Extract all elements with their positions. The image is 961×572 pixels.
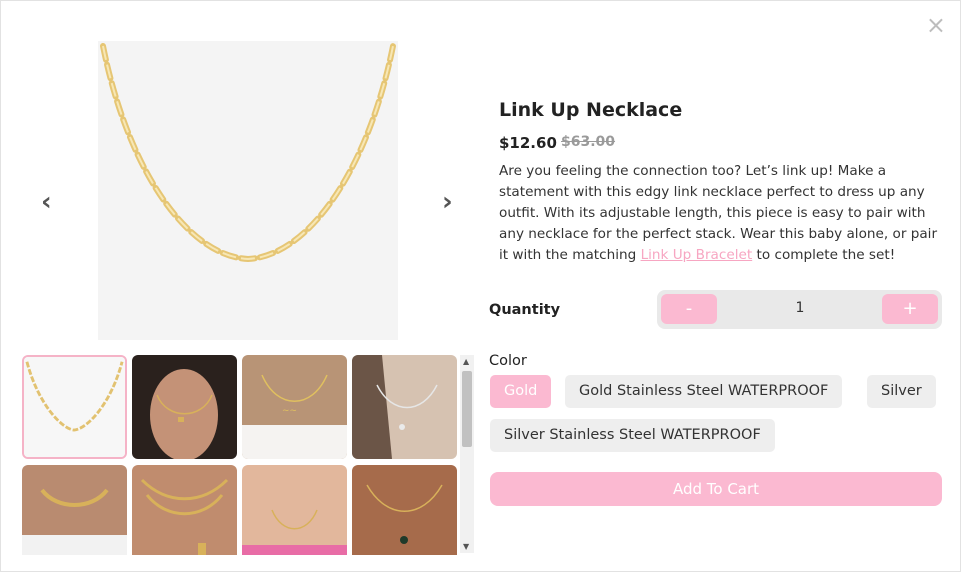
product-quickview-modal: × ‹ › ~~ ▲ ▼ Link Up Necklace $12.60 $63…	[0, 0, 961, 572]
thumbnail-7[interactable]	[242, 465, 347, 555]
scrollbar-thumb[interactable]	[462, 371, 472, 447]
thumbnail-3[interactable]: ~~	[242, 355, 347, 459]
scroll-up-icon[interactable]: ▲	[463, 357, 469, 366]
product-description: Are you feeling the connection too? Let’…	[499, 161, 939, 266]
thumbnail-gallery: ~~	[22, 355, 462, 555]
description-text-end: to complete the set!	[752, 247, 896, 263]
product-title: Link Up Necklace	[499, 99, 683, 121]
color-option-silver-stainless[interactable]: Silver Stainless Steel WATERPROOF	[490, 419, 775, 452]
thumbnail-6[interactable]	[132, 465, 237, 555]
thumbnail-scrollbar[interactable]: ▲ ▼	[460, 355, 474, 553]
decrease-quantity-button[interactable]: -	[661, 294, 717, 324]
scroll-down-icon[interactable]: ▼	[463, 542, 469, 551]
color-option-gold-stainless[interactable]: Gold Stainless Steel WATERPROOF	[565, 375, 843, 408]
close-icon[interactable]: ×	[926, 13, 946, 37]
increase-quantity-button[interactable]: +	[882, 294, 938, 324]
product-old-price: $63.00	[561, 134, 616, 150]
necklace-image	[98, 41, 398, 340]
color-option-gold[interactable]: Gold	[490, 375, 552, 408]
thumbnail-8[interactable]	[352, 465, 457, 555]
quantity-stepper: - 1 +	[657, 290, 942, 329]
thumbnail-1[interactable]	[22, 355, 127, 459]
quantity-label: Quantity	[489, 302, 561, 318]
main-product-image	[98, 41, 398, 340]
color-label: Color	[489, 353, 527, 369]
quantity-value[interactable]: 1	[787, 300, 813, 316]
thumbnail-5[interactable]	[22, 465, 127, 555]
color-option-silver[interactable]: Silver	[867, 375, 936, 408]
thumbnail-4[interactable]	[352, 355, 457, 459]
product-price: $12.60	[499, 134, 557, 152]
add-to-cart-button[interactable]: Add To Cart	[490, 472, 942, 506]
svg-text:~~: ~~	[282, 406, 297, 416]
link-up-bracelet-link[interactable]: Link Up Bracelet	[641, 247, 753, 263]
chevron-left-icon[interactable]: ‹	[41, 187, 52, 217]
chevron-right-icon[interactable]: ›	[442, 187, 453, 217]
thumbnail-2[interactable]	[132, 355, 237, 459]
